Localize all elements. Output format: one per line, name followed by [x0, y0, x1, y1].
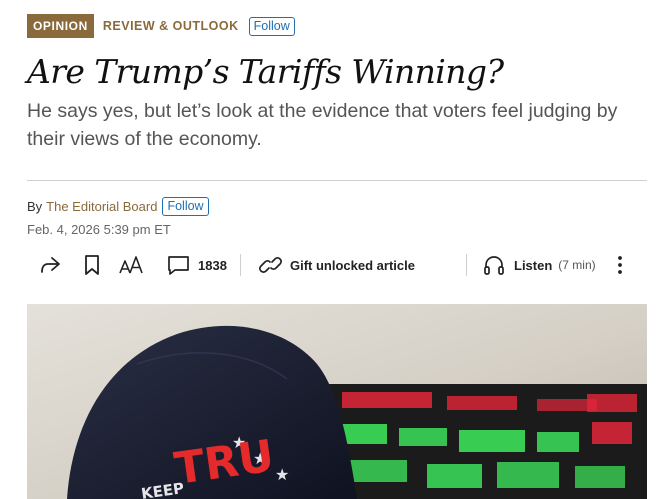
article-dek: He says yes, but let’s look at the evide… — [27, 100, 618, 150]
hero-photo-illustration: ★ ★ ★ TRU KEEP — [27, 304, 647, 499]
dateline: Feb. 4, 2026 5:39 pm ET — [27, 222, 171, 237]
link-icon — [259, 257, 282, 273]
listen-button[interactable]: Listen (7 min) — [482, 250, 596, 280]
article-toolbar: 1838 Gift unlocked article Listen (7 min… — [38, 250, 638, 280]
listen-label: Listen — [514, 257, 553, 273]
divider — [27, 180, 647, 181]
share-button[interactable] — [38, 250, 62, 280]
comment-count: 1838 — [198, 257, 227, 273]
opinion-badge[interactable]: OPINION — [27, 14, 94, 38]
more-vertical-icon — [618, 256, 622, 274]
svg-text:★: ★ — [275, 465, 289, 484]
article-tags: OPINION REVIEW & OUTLOOK Follow — [27, 14, 295, 38]
more-options-button[interactable] — [612, 250, 628, 280]
comments-button[interactable]: 1838 — [166, 250, 227, 280]
byline: By The Editorial Board Follow — [27, 197, 209, 216]
hero-image: ★ ★ ★ TRU KEEP — [27, 304, 647, 499]
follow-author-button[interactable]: Follow — [162, 197, 209, 216]
byline-prefix: By — [27, 199, 43, 214]
toolbar-separator — [240, 254, 241, 276]
text-size-icon — [119, 256, 143, 274]
comment-icon — [168, 256, 189, 275]
gift-article-button[interactable]: Gift unlocked article — [258, 250, 415, 280]
article-headline: Are Trump’s Tariffs Winning? — [27, 52, 504, 91]
author-link[interactable]: The Editorial Board — [46, 199, 157, 214]
section-label[interactable]: REVIEW & OUTLOOK — [103, 19, 239, 33]
bookmark-icon — [85, 255, 99, 275]
gift-article-label: Gift unlocked article — [290, 257, 415, 273]
toolbar-separator — [466, 254, 467, 276]
ticker-board — [317, 384, 647, 499]
listen-duration: (7 min) — [558, 258, 596, 272]
share-icon — [41, 257, 60, 273]
headphones-icon — [484, 256, 504, 275]
follow-section-button[interactable]: Follow — [248, 16, 295, 36]
save-button[interactable] — [82, 250, 102, 280]
text-size-button[interactable] — [118, 250, 144, 280]
